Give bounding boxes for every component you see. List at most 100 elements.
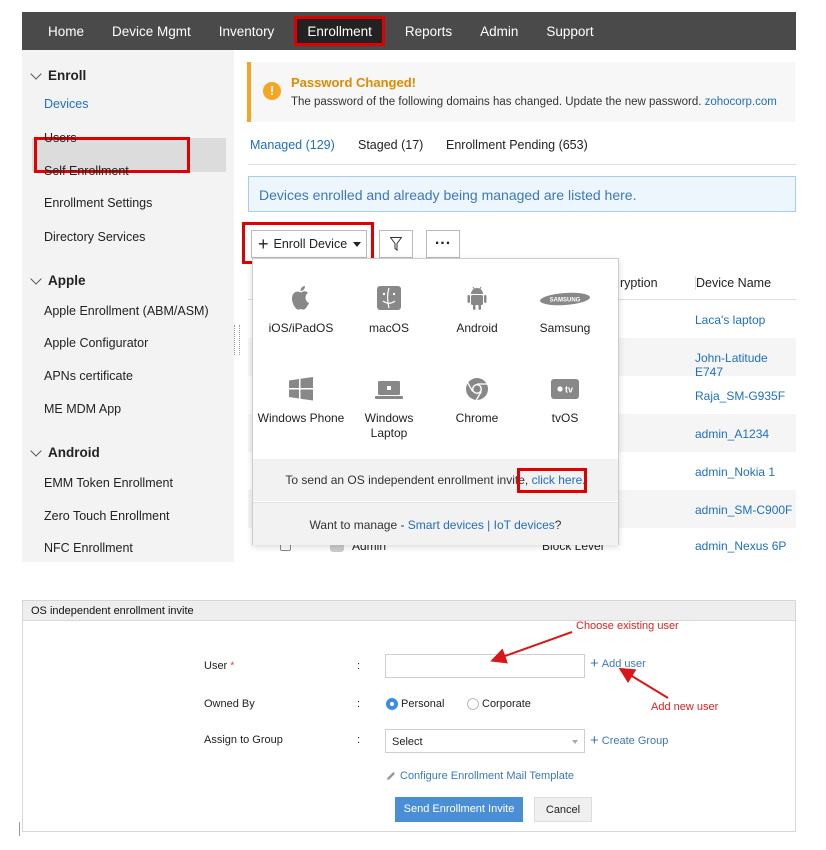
assign-group-label: Assign to Group: [204, 734, 283, 746]
android-icon: [467, 286, 487, 310]
warning-icon: !: [263, 82, 281, 100]
tab-enrollment-pending[interactable]: Enrollment Pending (653): [446, 138, 588, 152]
corporate-radio[interactable]: [467, 698, 479, 710]
os-option-chrome[interactable]: Chrome: [433, 377, 521, 426]
colon: :: [357, 734, 361, 746]
device-name-link[interactable]: admin_SM-C900F: [695, 503, 792, 517]
device-name-link[interactable]: Raja_SM-G935F: [695, 389, 785, 403]
configure-mail-label: Configure Enrollment Mail Template: [400, 770, 575, 782]
sidebar-item-apple-enrollment[interactable]: Apple Enrollment (ABM/ASM): [44, 304, 209, 318]
nav-home[interactable]: Home: [22, 12, 98, 50]
configure-mail-template-link[interactable]: Configure Enrollment Mail Template: [386, 770, 574, 782]
personal-radio-label[interactable]: Personal: [401, 698, 444, 710]
enroll-device-label: Enroll Device: [273, 237, 348, 251]
enroll-device-button[interactable]: + Enroll Device: [251, 230, 367, 258]
sidebar-item-zero-touch[interactable]: Zero Touch Enrollment: [44, 509, 170, 523]
sidebar-section-apple[interactable]: Apple: [30, 272, 86, 288]
sidebar-item-emm-token[interactable]: EMM Token Enrollment: [44, 476, 173, 490]
group-select[interactable]: Select: [385, 729, 585, 753]
manage-text: Want to manage -: [309, 518, 405, 532]
os-label: Android: [456, 321, 498, 335]
sidebar-section-title: Enroll: [48, 68, 87, 83]
chevron-down-icon: [30, 67, 42, 80]
personal-radio[interactable]: [386, 698, 398, 710]
apple-icon: [291, 286, 309, 310]
group-select-value: Select: [392, 736, 423, 748]
os-label: iOS/iPadOS: [268, 321, 334, 335]
highlight-box: [517, 468, 587, 493]
create-group-link[interactable]: + Create Group: [590, 733, 668, 748]
device-tabs: Managed (129) Staged (17) Enrollment Pen…: [248, 135, 796, 165]
os-option-windows-laptop[interactable]: Windows Laptop: [345, 377, 433, 441]
user-label-text: User: [204, 660, 228, 672]
device-name-link[interactable]: admin_Nexus 6P: [695, 539, 786, 553]
sidebar-item-me-mdm-app[interactable]: ME MDM App: [44, 402, 121, 416]
user-input[interactable]: [385, 654, 585, 678]
add-user-link[interactable]: + Add user: [590, 656, 646, 671]
manage-other-devices-row: Want to manage - Smart devices | IoT dev…: [253, 502, 618, 545]
samsung-icon: SAMSUNG: [540, 292, 590, 306]
password-changed-alert: ! Password Changed! The password of the …: [247, 62, 795, 122]
nav-inventory[interactable]: Inventory: [205, 12, 289, 50]
send-enrollment-invite-button[interactable]: Send Enrollment Invite: [395, 797, 523, 822]
caret-down-icon: [353, 241, 362, 247]
os-option-samsung[interactable]: SAMSUNG Samsung: [521, 285, 609, 336]
sidebar-item-enrollment-settings[interactable]: Enrollment Settings: [44, 196, 152, 210]
os-option-windows-phone[interactable]: Windows Phone: [257, 377, 345, 426]
nav-enrollment[interactable]: Enrollment: [294, 16, 385, 46]
device-name-link[interactable]: admin_Nokia 1: [695, 465, 775, 479]
sidebar-item-apple-configurator[interactable]: Apple Configurator: [44, 336, 148, 350]
os-label: macOS: [368, 321, 409, 335]
divider: [19, 822, 20, 836]
filter-icon: [390, 237, 402, 251]
nav-device-mgmt[interactable]: Device Mgmt: [98, 12, 205, 50]
sidebar-section-title: Apple: [48, 273, 86, 288]
os-option-android[interactable]: Android: [433, 285, 521, 336]
os-option-macos[interactable]: macOS: [345, 285, 433, 336]
nav-reports[interactable]: Reports: [391, 12, 466, 50]
sidebar-item-self-enrollment[interactable]: Self Enrollment: [44, 164, 129, 178]
sidebar-item-users[interactable]: Users: [44, 131, 77, 145]
sidebar-item-apns-certificate[interactable]: APNs certificate: [44, 369, 133, 383]
os-label: Windows Laptop: [364, 411, 414, 440]
sidebar-item-directory-services[interactable]: Directory Services: [44, 230, 145, 244]
smart-devices-link[interactable]: Smart devices: [408, 518, 484, 532]
required-mark: *: [230, 660, 235, 672]
alert-title: Password Changed!: [291, 75, 416, 90]
pencil-icon: [387, 772, 395, 780]
device-name-link[interactable]: Laca's laptop: [695, 313, 765, 327]
sidebar-section-enroll[interactable]: Enroll: [30, 67, 87, 83]
sidebar-section-android[interactable]: Android: [30, 444, 100, 460]
os-option-ios[interactable]: iOS/iPadOS: [257, 285, 345, 336]
more-options-button[interactable]: ...: [426, 230, 460, 258]
info-bar: Devices enrolled and already being manag…: [248, 176, 796, 212]
nav-admin[interactable]: Admin: [466, 12, 532, 50]
filter-button[interactable]: [379, 230, 413, 258]
link-separator: |: [487, 518, 491, 532]
corporate-radio-label[interactable]: Corporate: [482, 698, 531, 710]
chevron-down-icon: [30, 272, 42, 285]
alert-text: The password of the following domains ha…: [291, 96, 702, 108]
chevron-down-icon: [30, 444, 42, 457]
plus-icon: +: [590, 655, 599, 672]
tab-staged[interactable]: Staged (17): [358, 138, 423, 152]
device-name-link[interactable]: admin_A1234: [695, 427, 769, 441]
tab-managed[interactable]: Managed (129): [250, 138, 335, 152]
sidebar-resize-handle[interactable]: [234, 325, 240, 355]
cancel-button[interactable]: Cancel: [534, 797, 592, 822]
chrome-icon: [466, 378, 488, 401]
sidebar-item-devices[interactable]: Devices: [44, 97, 88, 111]
nav-support[interactable]: Support: [532, 12, 607, 50]
iot-devices-link[interactable]: IoT devices: [494, 518, 555, 532]
top-navigation-bar: Home Device Mgmt Inventory Enrollment Re…: [22, 12, 796, 50]
enroll-os-dropdown: iOS/iPadOS macOS Android SAMSUNG Samsung…: [252, 258, 619, 545]
alert-domain-link[interactable]: zohocorp.com: [705, 96, 777, 108]
more-icon: ...: [434, 231, 452, 248]
os-option-tvos[interactable]: tv tvOS: [521, 377, 609, 426]
annotation-add-new-user: Add new user: [651, 701, 719, 713]
user-label: User *: [204, 660, 235, 672]
sidebar-item-nfc[interactable]: NFC Enrollment: [44, 541, 133, 555]
device-name-link[interactable]: John-Latitude E747: [695, 351, 796, 379]
alert-message: The password of the following domains ha…: [291, 96, 777, 108]
annotation-choose-user: Choose existing user: [576, 620, 679, 632]
